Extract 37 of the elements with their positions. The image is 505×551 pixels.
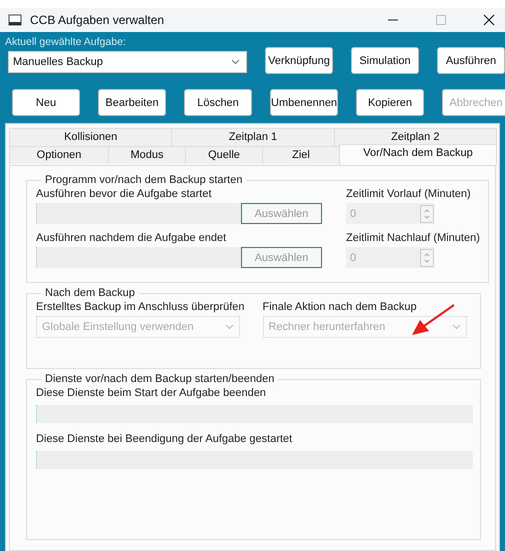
tab[interactable]: Optionen: [9, 146, 109, 164]
drive-icon: [8, 14, 22, 26]
field-label: Ausführen nachdem die Aufgabe endet: [36, 232, 228, 244]
toolbar-button[interactable]: Verknüpfung: [265, 47, 333, 74]
spin-arrows-icon[interactable]: [420, 204, 434, 222]
toolbar-button[interactable]: Bearbeiten: [98, 89, 166, 116]
toolbar-button[interactable]: Neu: [12, 89, 80, 116]
group-title: Dienste vor/nach dem Backup starten/beenden: [44, 373, 276, 385]
field-label: Erstelltes Backup im Anschluss überprüfen: [36, 301, 244, 313]
field-label: Diese Dienste bei Beendigung der Aufgabe gestartet: [36, 433, 294, 445]
tab[interactable]: Modus: [108, 146, 186, 164]
group-title: Programm vor/nach dem Backup starten: [44, 174, 244, 186]
toolbar-button[interactable]: Kopieren: [356, 89, 424, 116]
tab[interactable]: Kollisionen: [9, 128, 172, 146]
toolbar-button[interactable]: Ausführen: [437, 47, 505, 74]
maximize-icon[interactable]: [435, 14, 447, 26]
toolbar-button[interactable]: Simulation: [351, 47, 419, 74]
field-label: Finale Aktion nach dem Backup: [262, 301, 418, 313]
tab[interactable]: Zeitplan 1: [171, 128, 335, 146]
tab[interactable]: Quelle: [185, 146, 263, 164]
field-label: Ausführen bevor die Aufgabe startet: [36, 188, 213, 200]
task-label: Aktuell gewählte Aufgabe:: [5, 36, 127, 48]
close-icon[interactable]: [483, 14, 495, 26]
chevron-down-icon: [231, 59, 240, 65]
spin-arrows-icon[interactable]: [420, 248, 434, 266]
field-label: Diese Dienste beim Start der Aufgabe beenden: [36, 387, 267, 399]
chevron-down-icon: [452, 324, 460, 330]
field-label: Zeitlimit Nachlauf (Minuten): [346, 232, 480, 244]
toolbar-button[interactable]: Löschen: [184, 89, 252, 116]
group-title: Nach dem Backup: [44, 287, 136, 299]
tab[interactable]: Ziel: [262, 146, 340, 164]
chevron-down-icon: [225, 324, 234, 330]
window-title: CCB Aufgaben verwalten: [30, 13, 164, 27]
field-label: Zeitlimit Vorlauf (Minuten): [346, 188, 471, 200]
task-dropdown[interactable]: Manuelles Backup: [8, 51, 247, 73]
tab[interactable]: Vor/Nach dem Backup: [339, 144, 497, 165]
toolbar-button[interactable]: Umbenennen: [270, 89, 338, 116]
